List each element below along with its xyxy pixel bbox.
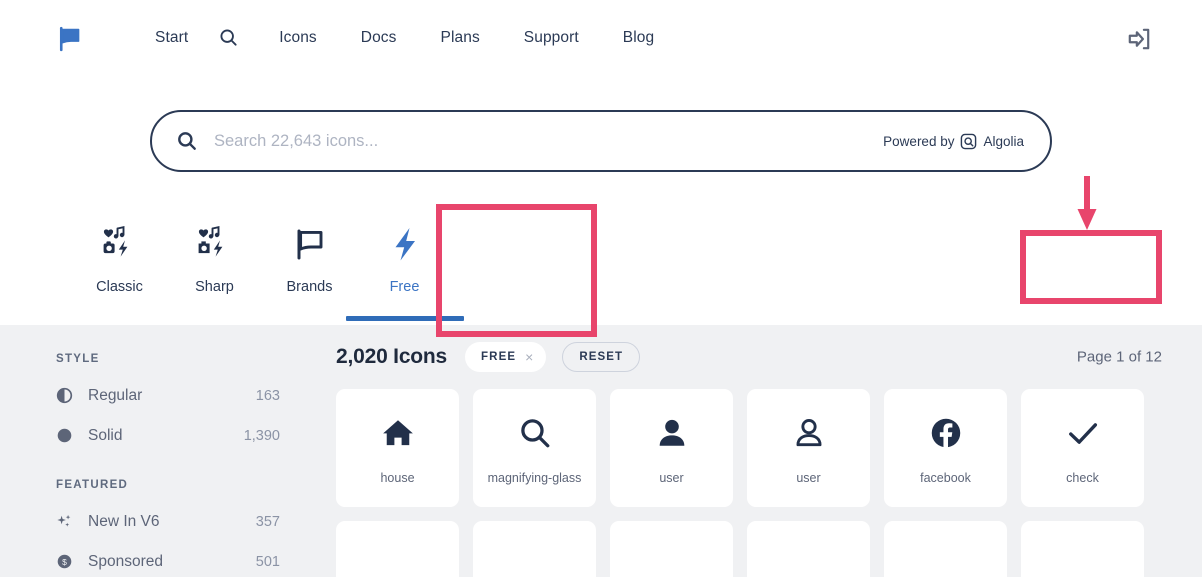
sparkles-icon (56, 513, 78, 530)
bolt-icon (385, 223, 425, 265)
dollar-circle-icon: $ (56, 553, 78, 570)
icon-card-label: magnifying-glass (487, 471, 582, 485)
page-root: Start Icons Docs Plans Support Blog Sear… (0, 0, 1202, 577)
powered-by-algolia: Powered by Algolia (883, 133, 1024, 150)
sidebar-item-solid[interactable]: Solid 1,390 (56, 421, 280, 450)
filter-sidebar: STYLE Regular 163 Solid 1,390 FEATURED N… (0, 325, 320, 577)
icon-card-label: house (380, 471, 415, 485)
sidebar-divider-gap (56, 461, 280, 479)
style-tab-free[interactable]: Free (345, 196, 464, 325)
sidebar-item-sponsored-label: Sponsored (88, 552, 163, 570)
icon-card[interactable] (473, 521, 596, 577)
sidebar-item-regular[interactable]: Regular 163 (56, 381, 280, 410)
nav-link-support[interactable]: Support (524, 29, 579, 47)
icon-card-user-outline[interactable]: user (747, 389, 870, 507)
icon-card[interactable] (1021, 521, 1144, 577)
close-icon[interactable]: × (525, 350, 533, 364)
sidebar-item-regular-label: Regular (88, 386, 143, 404)
nav-link-icons[interactable]: Icons (279, 29, 317, 47)
powered-by-label: Powered by (883, 133, 955, 149)
style-tab-sharp[interactable]: Sharp (167, 196, 262, 325)
house-icon (381, 411, 415, 455)
circle-solid-icon (56, 427, 78, 444)
sidebar-item-new-in-v6-label: New In V6 (88, 512, 160, 530)
icon-card-label: facebook (920, 471, 971, 485)
icon-card-facebook[interactable]: facebook (884, 389, 1007, 507)
nav-link-docs[interactable]: Docs (361, 29, 397, 47)
style-tab-brands-label: Brands (286, 279, 333, 295)
nav-link-start[interactable]: Start (155, 29, 188, 47)
style-tab-classic-label: Classic (96, 279, 143, 295)
icon-card-label: user (796, 471, 821, 485)
results-area: STYLE Regular 163 Solid 1,390 FEATURED N… (0, 325, 1202, 577)
style-tabs-row: Classic Sharp Brands Free (0, 196, 1202, 489)
filter-chip-label: FREE (481, 351, 517, 363)
algolia-label: Algolia (983, 133, 1024, 149)
results-main: 2,020 Icons FREE × RESET Page 1 of 12 ho… (320, 325, 1202, 577)
icon-card-check[interactable]: check (1021, 389, 1144, 507)
search-input[interactable] (214, 131, 884, 151)
sidebar-item-solid-label: Solid (88, 426, 123, 444)
style-tab-sharp-label: Sharp (195, 279, 234, 295)
sign-in-icon[interactable] (1126, 26, 1152, 52)
reset-button-label: RESET (579, 351, 624, 363)
top-navigation-bar: Start Icons Docs Plans Support Blog (0, 0, 1202, 78)
icon-card-label: check (1066, 471, 1099, 485)
magnifying-glass-icon (518, 411, 552, 455)
check-icon (1066, 411, 1100, 455)
icon-card-user-solid[interactable]: user (610, 389, 733, 507)
search-box[interactable]: Powered by Algolia (150, 110, 1052, 172)
style-tab-free-label: Free (389, 279, 420, 295)
icon-card[interactable] (884, 521, 1007, 577)
style-tab-classic[interactable]: Classic (72, 196, 167, 325)
nav-link-plans[interactable]: Plans (441, 29, 480, 47)
filter-chip-free[interactable]: FREE × (465, 342, 547, 372)
sharp-icon (195, 223, 235, 265)
sidebar-heading-style: STYLE (56, 353, 100, 365)
search-bar-container: Powered by Algolia (150, 110, 1052, 172)
icon-card-house[interactable]: house (336, 389, 459, 507)
svg-text:$: $ (62, 557, 67, 567)
flag-logo-icon[interactable] (58, 26, 84, 52)
sidebar-heading-featured: FEATURED (56, 479, 129, 491)
circle-half-icon (56, 387, 78, 404)
nav-link-blog[interactable]: Blog (623, 29, 654, 47)
user-outline-icon (792, 411, 826, 455)
algolia-icon (960, 133, 977, 150)
icon-card[interactable] (336, 521, 459, 577)
icon-card[interactable] (610, 521, 733, 577)
search-icon (176, 130, 198, 152)
sidebar-item-sponsored-count: 501 (255, 553, 280, 570)
icon-card-magnifying-glass[interactable]: magnifying-glass (473, 389, 596, 507)
facebook-icon (929, 411, 963, 455)
results-count: 2,020 Icons (336, 345, 448, 368)
user-solid-icon (655, 411, 689, 455)
reset-button[interactable]: RESET (562, 342, 641, 372)
sidebar-item-new-in-v6[interactable]: New In V6 357 (56, 507, 280, 536)
sidebar-item-regular-count: 163 (255, 387, 280, 404)
sidebar-item-solid-count: 1,390 (243, 427, 280, 444)
style-tabs: Classic Sharp Brands Free (72, 196, 464, 325)
sidebar-item-new-in-v6-count: 357 (255, 513, 280, 530)
icon-card[interactable] (747, 521, 870, 577)
page-indicator: Page 1 of 12 (1076, 348, 1162, 366)
icon-results-grid: house magnifying-glass user user faceboo… (320, 389, 1202, 577)
sidebar-item-sponsored[interactable]: $ Sponsored 501 (56, 547, 280, 576)
nav-links: Start Icons Docs Plans Support Blog (155, 27, 698, 48)
nav-search-icon[interactable] (218, 27, 239, 48)
classic-icon (100, 223, 140, 265)
flag-icon (290, 223, 330, 265)
results-header: 2,020 Icons FREE × RESET Page 1 of 12 (320, 325, 1202, 389)
icon-card-label: user (659, 471, 684, 485)
tab-underline-active (345, 316, 464, 321)
style-tab-brands[interactable]: Brands (262, 196, 357, 325)
